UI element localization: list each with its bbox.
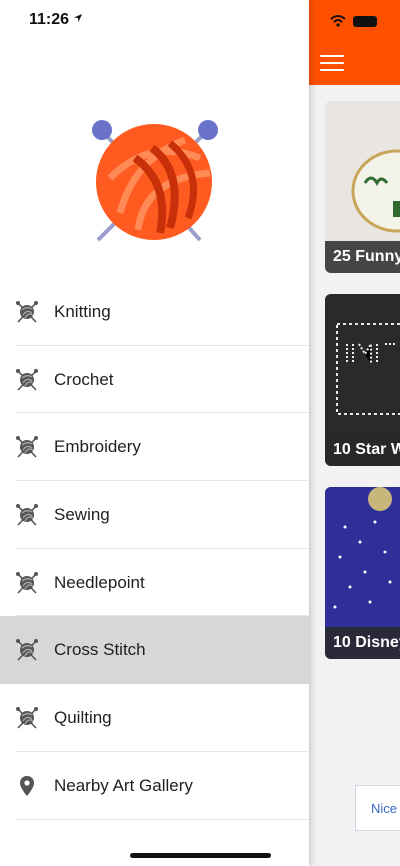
yarn-needles-icon: [16, 300, 38, 323]
menu-item-sewing[interactable]: Sewing: [0, 481, 309, 549]
article-card[interactable]: 10 Star W: [325, 294, 400, 466]
location-arrow-icon: [74, 14, 82, 22]
menu-item-quilting[interactable]: Quilting: [0, 684, 309, 752]
yarn-needles-icon: [16, 368, 38, 391]
menu-item-label: Embroidery: [54, 437, 141, 457]
menu-item-label: Quilting: [54, 707, 112, 727]
article-card[interactable]: 25 Funny: [325, 101, 400, 273]
menu-item-label: Sewing: [54, 504, 110, 524]
menu-item-label: Knitting: [54, 301, 111, 321]
article-image: [325, 294, 400, 434]
menu-item-label: Crochet: [54, 369, 114, 389]
navigation-drawer: 11:26 Knitting Crochet Embroidery Sewing…: [0, 0, 309, 866]
location-pin-icon: [20, 775, 34, 796]
yarn-needles-icon: [16, 639, 38, 661]
article-title: 10 Disney: [325, 627, 400, 659]
home-indicator: [130, 853, 271, 858]
yarn-needles-icon: [16, 503, 38, 526]
status-icons: [330, 15, 377, 27]
yarn-needles-icon: [16, 706, 38, 729]
article-title: 10 Star W: [325, 434, 400, 466]
hamburger-menu-icon[interactable]: [320, 55, 344, 71]
article-image: [325, 101, 400, 241]
menu-item-knitting[interactable]: Knitting: [0, 278, 309, 346]
app-logo-icon: [92, 120, 218, 242]
nice-button[interactable]: Nice: [355, 785, 400, 831]
status-time: 11:26: [29, 11, 70, 28]
article-card[interactable]: 10 Disney: [325, 487, 400, 659]
article-image: [325, 487, 400, 627]
menu-item-nearby-art-gallery[interactable]: Nearby Art Gallery: [0, 752, 309, 820]
yarn-needles-icon: [16, 436, 38, 458]
menu-item-embroidery[interactable]: Embroidery: [0, 413, 309, 482]
menu-item-crochet[interactable]: Crochet: [0, 346, 309, 414]
menu-item-cross-stitch[interactable]: Cross Stitch: [0, 616, 309, 685]
main-content: 25 Funny 10 Star W 10 Disney Nice: [309, 0, 400, 866]
app-bar: [309, 0, 400, 85]
article-title: 25 Funny: [325, 241, 400, 273]
menu-item-needlepoint[interactable]: Needlepoint: [0, 549, 309, 617]
drawer-menu: Knitting Crochet Embroidery Sewing Needl…: [0, 278, 309, 820]
menu-item-label: Cross Stitch: [54, 640, 146, 660]
divider: [16, 818, 309, 820]
menu-item-label: Nearby Art Gallery: [54, 775, 193, 795]
menu-item-label: Needlepoint: [54, 572, 145, 592]
yarn-needles-icon: [16, 571, 38, 594]
